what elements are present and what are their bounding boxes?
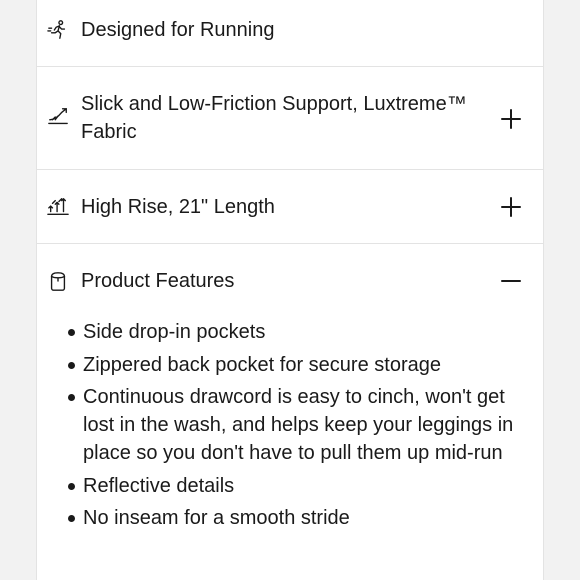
list-item: No inseam for a smooth stride xyxy=(65,504,525,532)
section-label: Slick and Low-Friction Support, Luxtreme… xyxy=(81,93,467,143)
section-label: Designed for Running xyxy=(81,19,275,41)
list-item: Reflective details xyxy=(65,472,525,500)
section-product-features[interactable]: Product Features Side drop-in pockets Zi… xyxy=(37,244,543,580)
section-rise-length[interactable]: High Rise, 21" Length xyxy=(37,170,543,244)
section-label: Product Features xyxy=(81,270,235,292)
fabric-support-icon xyxy=(47,106,69,128)
product-features-icon xyxy=(47,270,69,292)
list-item: Zippered back pocket for secure storage xyxy=(65,351,525,379)
running-person-icon xyxy=(47,19,69,41)
rise-length-icon xyxy=(47,196,69,218)
section-designed-for-running: Designed for Running xyxy=(37,0,543,67)
section-label: High Rise, 21" Length xyxy=(81,196,275,218)
expand-plus-icon[interactable] xyxy=(499,107,523,131)
collapse-minus-icon[interactable] xyxy=(499,269,523,293)
expand-plus-icon[interactable] xyxy=(499,195,523,219)
features-list: Side drop-in pockets Zippered back pocke… xyxy=(65,318,525,537)
list-item: Side drop-in pockets xyxy=(65,318,525,346)
section-fabric[interactable]: Slick and Low-Friction Support, Luxtreme… xyxy=(37,67,543,170)
list-item: Continuous drawcord is easy to cinch, wo… xyxy=(65,383,525,467)
product-details-panel: Designed for Running Slick and Low-Frict… xyxy=(36,0,544,580)
